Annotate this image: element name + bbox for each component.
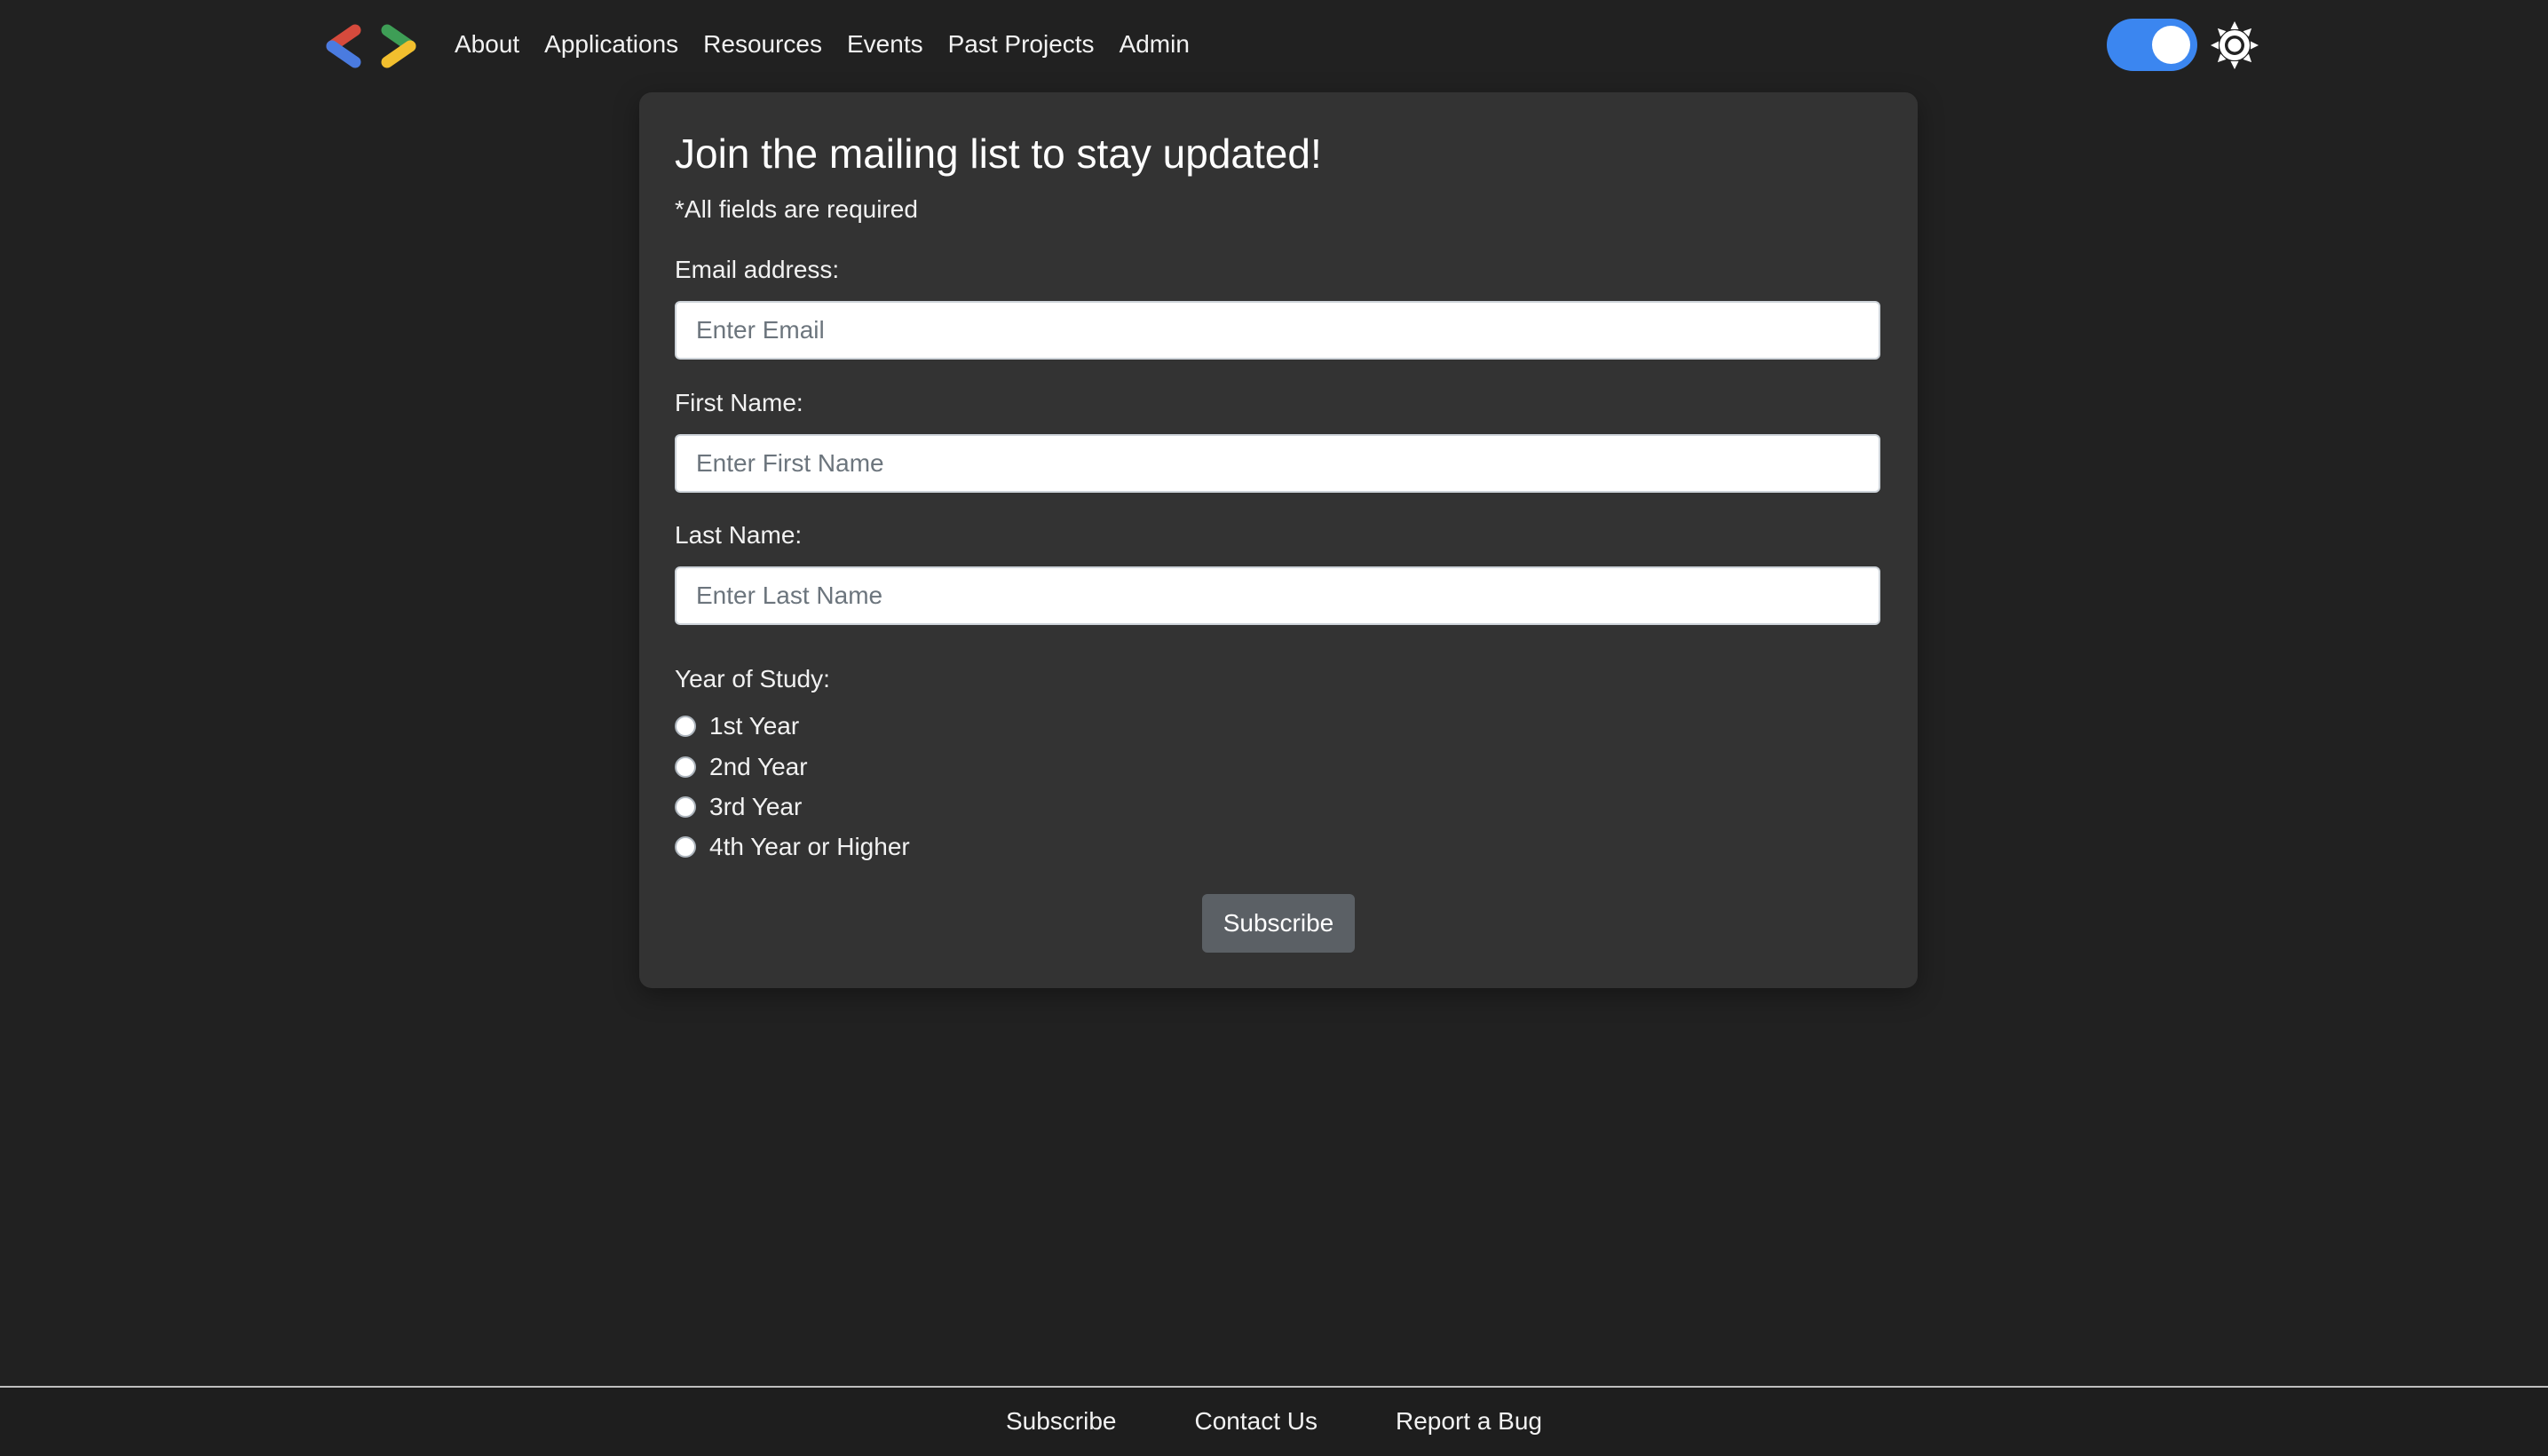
nav-link-applications[interactable]: Applications: [544, 30, 678, 59]
footer-link-report-a-bug[interactable]: Report a Bug: [1396, 1407, 1542, 1436]
subscribe-button[interactable]: Subscribe: [1202, 894, 1355, 953]
nav-link-resources[interactable]: Resources: [703, 30, 822, 59]
nav-link-events[interactable]: Events: [847, 30, 923, 59]
radio-button[interactable]: [675, 796, 696, 818]
email-field[interactable]: [675, 301, 1880, 360]
toggle-knob: [2152, 26, 2190, 64]
last-name-field[interactable]: [675, 566, 1880, 625]
radio-option-4th-year-or-higher[interactable]: 4th Year or Higher: [675, 831, 910, 863]
radio-label: 4th Year or Higher: [709, 833, 910, 860]
radio-button[interactable]: [675, 716, 696, 737]
footer-links: Subscribe Contact Us Report a Bug: [0, 1407, 2548, 1436]
year-of-study-label: Year of Study:: [675, 665, 830, 692]
sun-icon[interactable]: [2211, 21, 2259, 69]
nav-link-about[interactable]: About: [455, 30, 519, 59]
first-name-field[interactable]: [675, 434, 1880, 493]
footer-link-subscribe[interactable]: Subscribe: [1006, 1407, 1117, 1436]
last-name-label: Last Name:: [675, 521, 803, 549]
footer-link-contact-us[interactable]: Contact Us: [1195, 1407, 1318, 1436]
required-fields-note: *All fields are required: [675, 195, 918, 223]
page-title: Join the mailing list to stay updated!: [675, 131, 1322, 177]
nav-link-past-projects[interactable]: Past Projects: [948, 30, 1095, 59]
nav-link-admin[interactable]: Admin: [1120, 30, 1190, 59]
first-name-label: First Name:: [675, 389, 803, 416]
theme-toggle-switch[interactable]: [2107, 19, 2197, 71]
code-brackets-logo-icon[interactable]: [321, 20, 421, 73]
radio-label: 2nd Year: [709, 753, 808, 780]
mailing-list-card: Join the mailing list to stay updated! *…: [639, 92, 1918, 988]
email-label: Email address:: [675, 256, 840, 283]
radio-option-1st-year[interactable]: 1st Year: [675, 710, 799, 742]
footer: Subscribe Contact Us Report a Bug: [0, 1386, 2548, 1456]
radio-option-3rd-year[interactable]: 3rd Year: [675, 791, 802, 823]
radio-button[interactable]: [675, 836, 696, 858]
top-navbar: About Applications Resources Events Past…: [0, 0, 2548, 89]
radio-label: 1st Year: [709, 712, 800, 740]
main-nav: About Applications Resources Events Past…: [455, 27, 1190, 62]
radio-label: 3rd Year: [709, 793, 803, 820]
radio-option-2nd-year[interactable]: 2nd Year: [675, 751, 808, 783]
radio-button[interactable]: [675, 756, 696, 778]
